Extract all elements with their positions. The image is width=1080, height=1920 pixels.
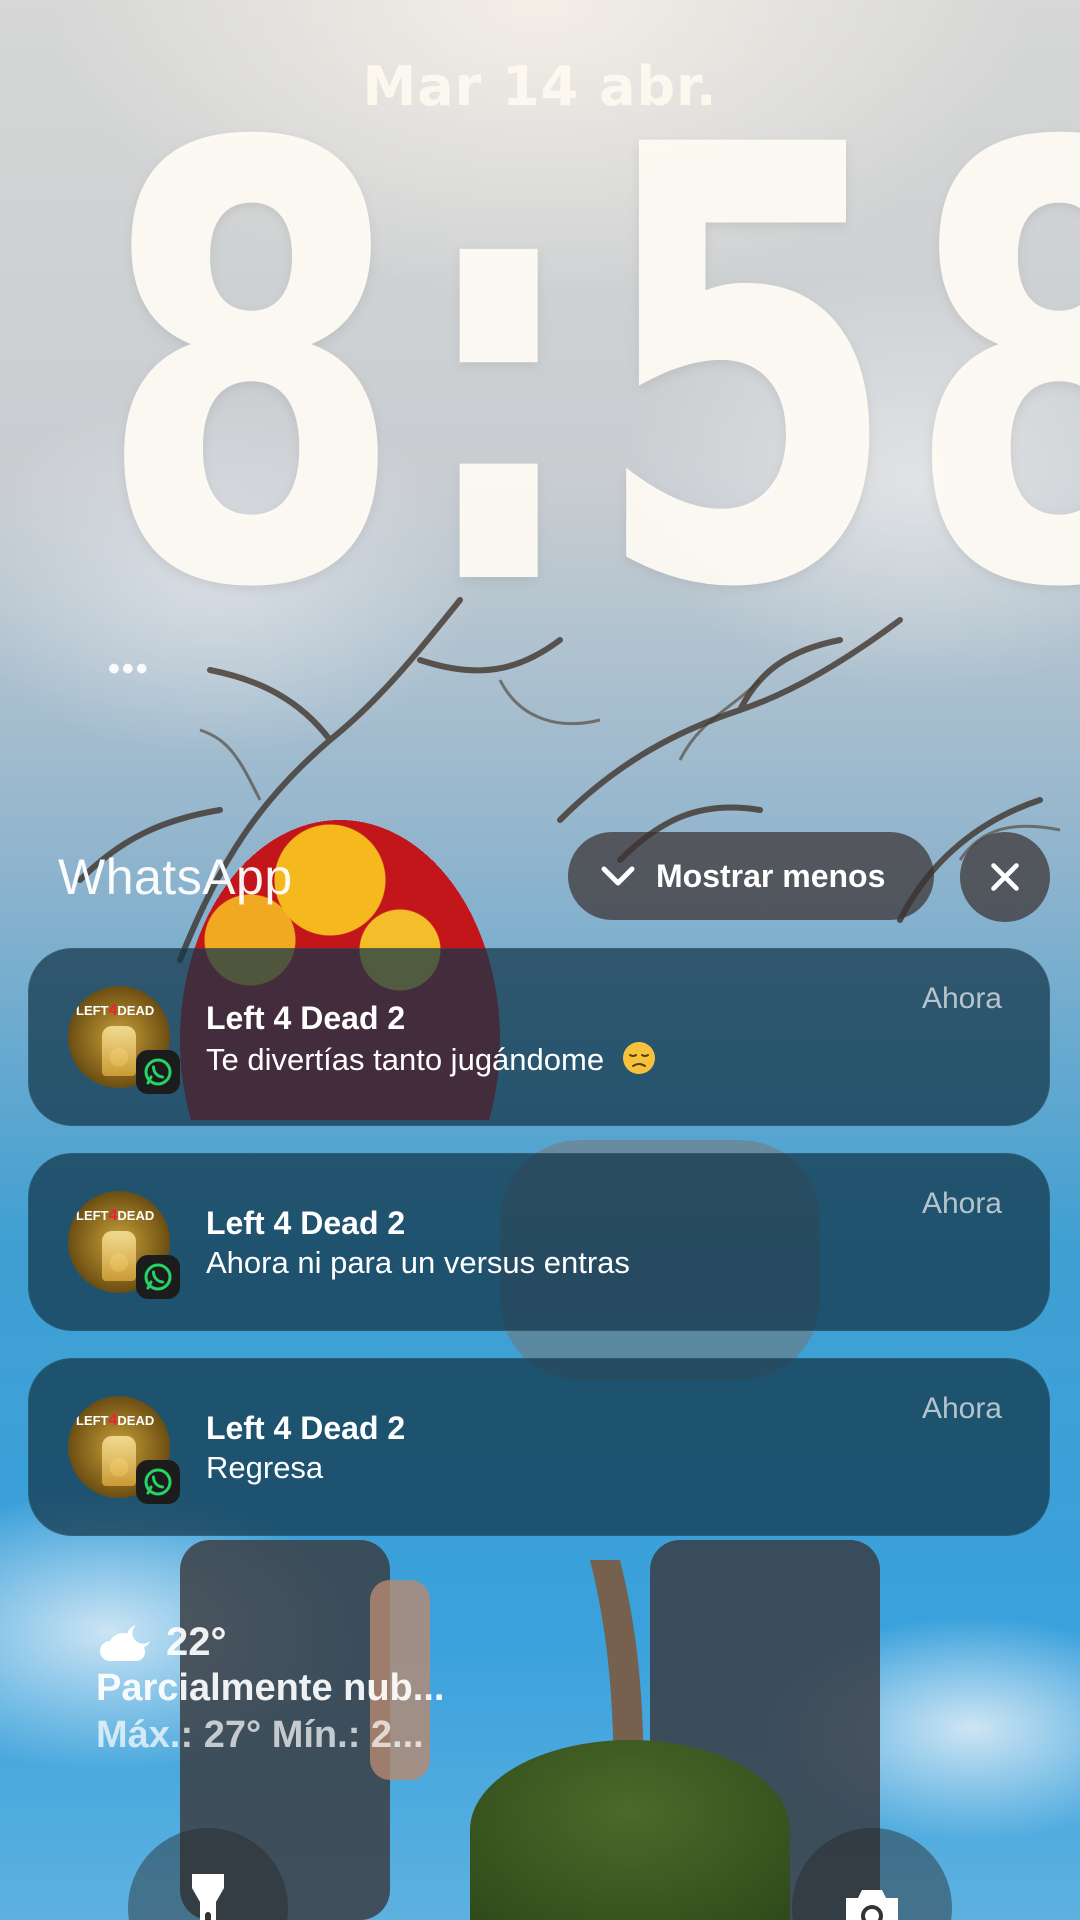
notification-group-app-name: WhatsApp [58,849,293,905]
disappointed-face-emoji [622,1042,655,1074]
whatsapp-icon [136,1460,180,1504]
notification-card[interactable]: LEFT4DEAD Left 4 Dead 2 Te divertías tan… [28,948,1050,1126]
avatar-hand [102,1231,136,1281]
whatsapp-icon [136,1255,180,1299]
more-icon: ••• [108,650,150,688]
notification-message-text: Te divertías tanto jugándome [206,1042,605,1077]
flashlight-icon [192,1874,224,1920]
notification-message: Te divertías tanto jugándome [206,1040,657,1078]
lock-screen: Mar 14 abr. 8:58 ••• WhatsApp Mostrar me… [0,0,1080,1920]
notification-time: Ahora [921,982,1002,1015]
notification-time: Ahora [921,1392,1002,1425]
avatar-hand [102,1026,136,1076]
weather-widget[interactable]: 22° Parcialmente nub... Máx.: 27° Mín.: … [96,1620,444,1757]
avatar-hand [102,1436,136,1486]
avatar-logo: LEFT4DEAD [76,1412,155,1429]
weather-range: Máx.: 27° Mín.: 2... [96,1714,424,1756]
chevron-down-icon [601,866,635,886]
notification-sender: Left 4 Dead 2 [206,1000,406,1036]
weather-condition: Parcialmente nub... [96,1667,445,1709]
clear-notifications-button[interactable] [960,832,1050,922]
avatar-logo: LEFT4DEAD [76,1207,155,1224]
camera-icon [846,1890,898,1920]
close-icon [991,863,1019,891]
show-less-label: Mostrar menos [656,857,886,894]
avatar-logo: LEFT4DEAD [76,1002,155,1019]
notification-message: Regresa [206,1450,324,1485]
whatsapp-icon [136,1050,180,1094]
wallpaper-tree [470,1740,790,1920]
notification-sender: Left 4 Dead 2 [206,1410,406,1446]
notification-sender: Left 4 Dead 2 [206,1205,406,1241]
notification-card[interactable]: LEFT4DEAD Left 4 Dead 2 Ahora ni para un… [28,1153,1050,1331]
weather-temperature: 22° [166,1620,227,1664]
weather-summary: 22° [96,1620,444,1665]
notification-card[interactable]: LEFT4DEAD Left 4 Dead 2 Regresa Ahora [28,1358,1050,1536]
notification-time: Ahora [921,1187,1002,1220]
show-less-button[interactable]: Mostrar menos [568,832,934,920]
notification-message: Ahora ni para un versus entras [206,1245,630,1280]
lock-clock: 8:58 [97,20,1080,719]
partly-cloudy-night-icon [100,1624,150,1661]
